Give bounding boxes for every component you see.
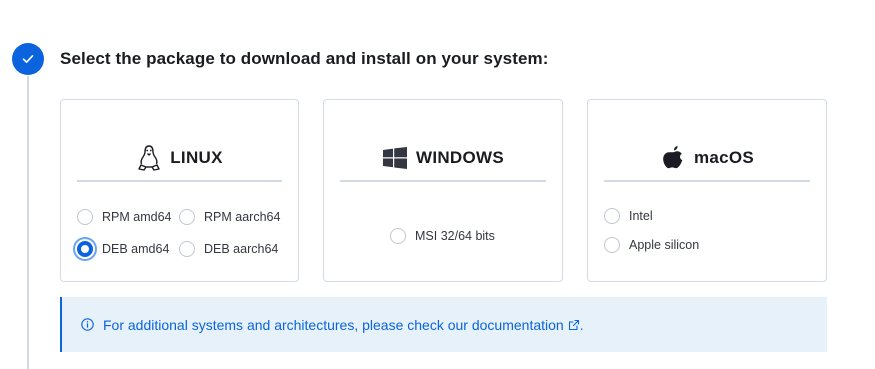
- step-title: Select the package to download and insta…: [60, 49, 549, 68]
- apple-icon: [660, 144, 686, 172]
- radio-msi-32-64[interactable]: MSI 32/64 bits: [390, 228, 495, 244]
- callout-suffix: .: [579, 316, 584, 333]
- radio-apple-silicon[interactable]: Apple silicon: [604, 237, 699, 253]
- radio-button[interactable]: [77, 209, 93, 225]
- radio-button-selected[interactable]: [77, 241, 93, 257]
- radio-button[interactable]: [179, 209, 195, 225]
- radio-rpm-amd64[interactable]: RPM amd64: [77, 209, 171, 225]
- radio-intel[interactable]: Intel: [604, 208, 653, 224]
- radio-button[interactable]: [179, 241, 195, 257]
- platform-card-linux: LINUX RPM amd64 RPM aarch64 DEB amd64 DE…: [60, 99, 299, 282]
- windows-icon: [382, 144, 408, 172]
- radio-button[interactable]: [604, 208, 620, 224]
- checkmark-icon: [22, 55, 34, 63]
- radio-label: Apple silicon: [629, 238, 700, 252]
- radio-deb-aarch64[interactable]: DEB aarch64: [179, 241, 278, 257]
- callout-prefix: For additional systems and architectures…: [103, 316, 472, 333]
- card-title-linux: LINUX: [170, 148, 223, 167]
- radio-label: Intel: [629, 209, 653, 223]
- documentation-link[interactable]: documentation: [472, 317, 564, 333]
- card-title-windows: WINDOWS: [415, 148, 505, 167]
- card-header: WINDOWS: [340, 144, 546, 182]
- card-header: LINUX: [77, 144, 282, 182]
- linux-icon: [136, 144, 162, 172]
- radio-label: RPM amd64: [102, 210, 172, 224]
- radio-rpm-aarch64[interactable]: RPM aarch64: [179, 209, 280, 225]
- platform-card-macos: macOS Intel Apple silicon: [587, 99, 827, 282]
- card-header: macOS: [604, 144, 810, 182]
- info-callout: For additional systems and architectures…: [60, 297, 827, 352]
- step-connector-line: [27, 76, 29, 369]
- radio-label: DEB aarch64: [204, 242, 279, 256]
- card-title-macos: macOS: [693, 148, 755, 167]
- radio-label: DEB amd64: [102, 242, 170, 256]
- radio-button[interactable]: [604, 237, 620, 253]
- radio-label: MSI 32/64 bits: [415, 229, 495, 243]
- radio-deb-amd64[interactable]: DEB amd64: [77, 241, 169, 257]
- step-complete-badge: [12, 43, 44, 75]
- radio-label: RPM aarch64: [204, 210, 281, 224]
- info-icon: [80, 318, 94, 332]
- callout-text: For additional systems and architectures…: [103, 317, 584, 333]
- radio-button[interactable]: [390, 228, 406, 244]
- external-link-icon[interactable]: [568, 319, 580, 331]
- platform-card-windows: WINDOWS MSI 32/64 bits: [323, 99, 563, 282]
